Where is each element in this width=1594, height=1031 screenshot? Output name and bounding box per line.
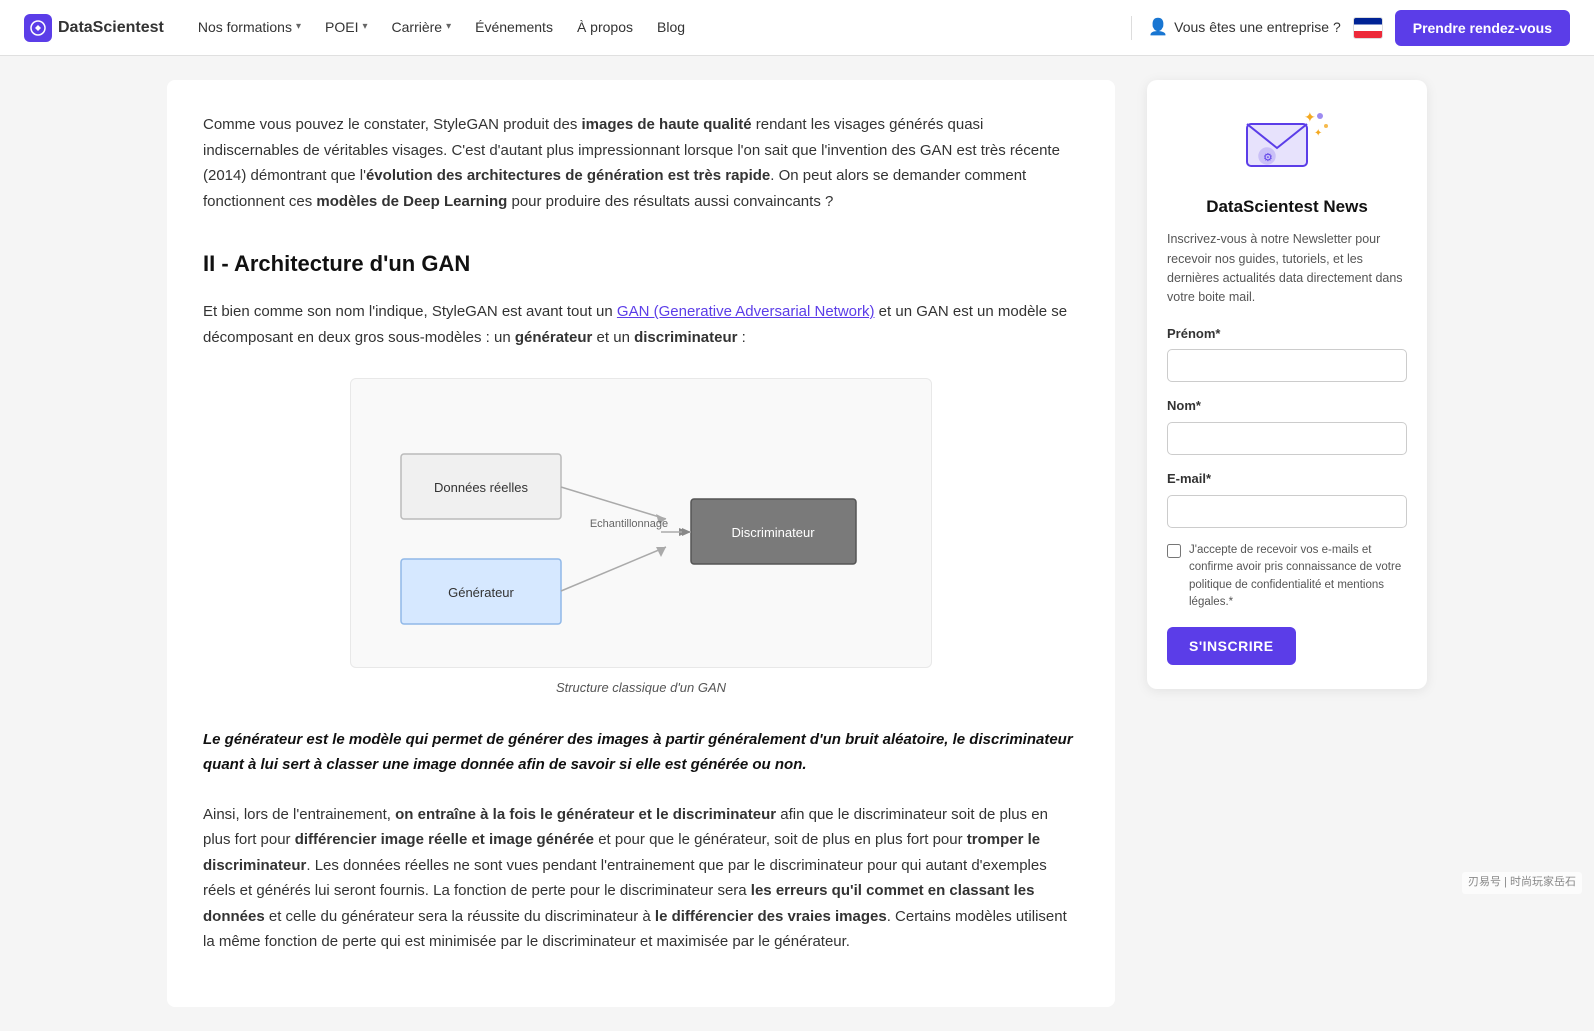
email-label: E-mail* xyxy=(1167,469,1407,490)
nav-carriere[interactable]: Carrière ▾ xyxy=(382,8,462,46)
chevron-down-icon: ▾ xyxy=(446,19,451,35)
sidebar: ✦ ✦ ⚙ DataScientest News Inscrivez-vous … xyxy=(1147,80,1427,689)
diagram-caption: Structure classique d'un GAN xyxy=(556,678,726,699)
svg-text:Données réelles: Données réelles xyxy=(434,480,528,495)
submit-button[interactable]: S'INSCRIRE xyxy=(1167,627,1296,665)
nav-evenements[interactable]: Événements xyxy=(465,8,563,46)
article-paragraph3: Ainsi, lors de l'entrainement, on entraî… xyxy=(203,802,1079,955)
article-intro: Comme vous pouvez le constater, StyleGAN… xyxy=(203,112,1079,214)
nom-group: Nom* xyxy=(1167,396,1407,455)
svg-text:✦: ✦ xyxy=(1314,128,1322,139)
gan-diagram: Données réelles Générateur Discriminateu… xyxy=(203,378,1079,699)
diagram-image: Données réelles Générateur Discriminateu… xyxy=(381,399,901,639)
section2-intro: Et bien comme son nom l'indique, StyleGA… xyxy=(203,299,1079,350)
prenom-input[interactable] xyxy=(1167,349,1407,382)
nav-divider xyxy=(1131,16,1132,40)
svg-text:✦: ✦ xyxy=(1304,109,1316,125)
newsletter-card: ✦ ✦ ⚙ DataScientest News Inscrivez-vous … xyxy=(1147,80,1427,689)
site-logo[interactable]: DataScientest xyxy=(24,14,164,42)
article-main: Comme vous pouvez le constater, StyleGAN… xyxy=(167,80,1115,1007)
newsletter-title: DataScientest News xyxy=(1167,193,1407,220)
prenom-group: Prénom* xyxy=(1167,324,1407,383)
navbar: DataScientest Nos formations ▾ POEI ▾ Ca… xyxy=(0,0,1594,56)
svg-text:Echantillonnage: Echantillonnage xyxy=(590,518,668,530)
nav-blog[interactable]: Blog xyxy=(647,8,695,46)
nav-items: Nos formations ▾ POEI ▾ Carrière ▾ Événe… xyxy=(188,8,1115,46)
consent-checkbox[interactable] xyxy=(1167,544,1181,558)
chevron-down-icon: ▾ xyxy=(296,19,301,35)
email-group: E-mail* xyxy=(1167,469,1407,528)
gan-link[interactable]: GAN (Generative Adversarial Network) xyxy=(617,303,875,320)
diagram-svg: Données réelles Générateur Discriminateu… xyxy=(350,378,932,668)
nom-input[interactable] xyxy=(1167,422,1407,455)
cta-button[interactable]: Prendre rendez-vous xyxy=(1395,10,1570,46)
nom-label: Nom* xyxy=(1167,396,1407,417)
nav-right: 👤 Vous êtes une entreprise ? Prendre ren… xyxy=(1148,10,1570,46)
section2-title: II - Architecture d'un GAN xyxy=(203,246,1079,281)
svg-text:⚙: ⚙ xyxy=(1263,152,1273,164)
email-input[interactable] xyxy=(1167,495,1407,528)
language-flag[interactable] xyxy=(1353,17,1383,39)
article-blockquote: Le générateur est le modèle qui permet d… xyxy=(203,727,1079,778)
svg-text:Générateur: Générateur xyxy=(448,585,514,600)
newsletter-icon-wrap: ✦ ✦ ⚙ xyxy=(1167,104,1407,179)
watermark: 刃易号 | 时尚玩家岳石 xyxy=(1462,872,1582,894)
enterprise-icon: 👤 xyxy=(1148,15,1168,41)
chevron-down-icon: ▾ xyxy=(362,19,367,35)
enterprise-link[interactable]: 👤 Vous êtes une entreprise ? xyxy=(1148,15,1340,41)
svg-text:Discriminateur: Discriminateur xyxy=(731,525,815,540)
newsletter-icon: ✦ ✦ ⚙ xyxy=(1242,104,1332,179)
logo-text: DataScientest xyxy=(58,15,164,41)
nav-formations[interactable]: Nos formations ▾ xyxy=(188,8,311,46)
newsletter-desc: Inscrivez-vous à notre Newsletter pour r… xyxy=(1167,230,1407,308)
nav-poei[interactable]: POEI ▾ xyxy=(315,8,378,46)
prenom-label: Prénom* xyxy=(1167,324,1407,345)
checkbox-group: J'accepte de recevoir vos e-mails et con… xyxy=(1167,542,1407,611)
consent-label: J'accepte de recevoir vos e-mails et con… xyxy=(1189,542,1407,611)
nav-apropos[interactable]: À propos xyxy=(567,8,643,46)
logo-icon xyxy=(24,14,52,42)
page-layout: Comme vous pouvez le constater, StyleGAN… xyxy=(147,56,1447,1031)
